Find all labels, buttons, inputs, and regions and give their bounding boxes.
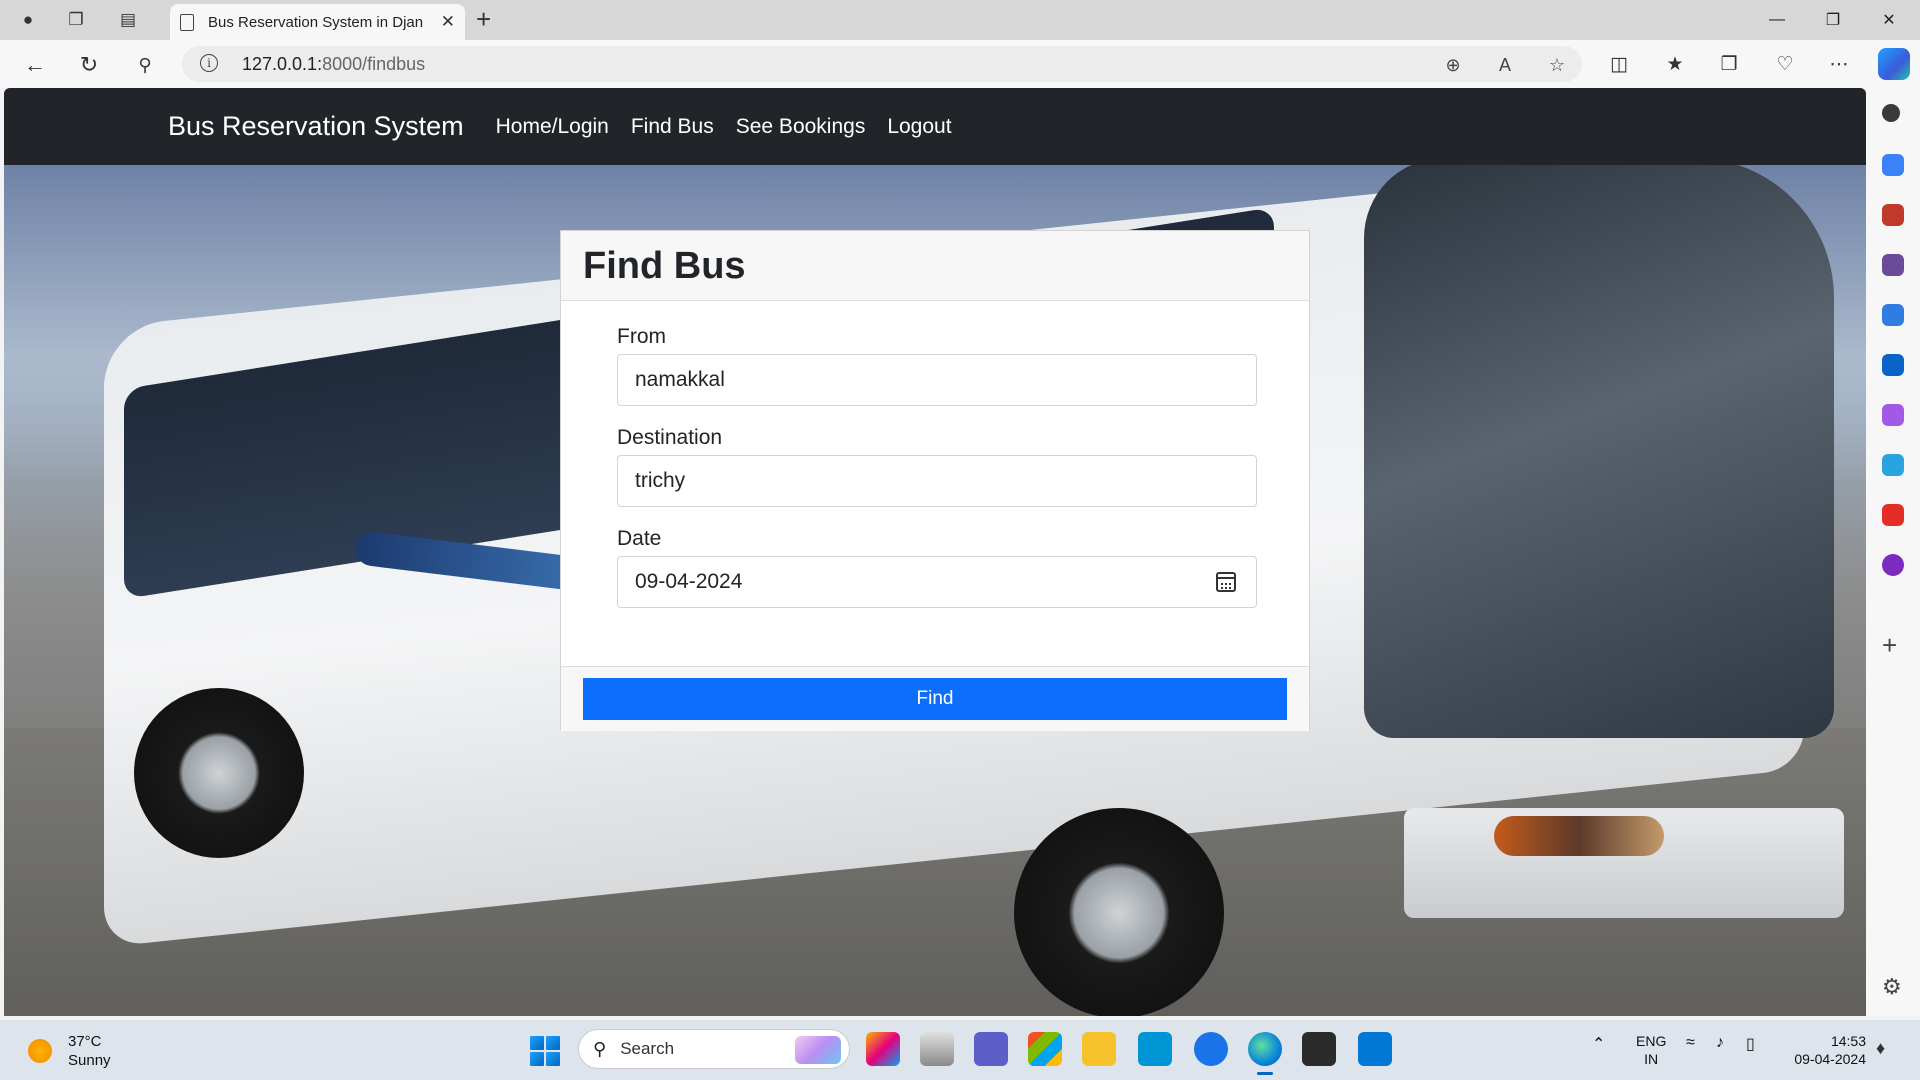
site-info-icon[interactable]: i xyxy=(200,54,218,72)
split-screen-icon[interactable]: ◫ xyxy=(1604,50,1634,80)
site-navbar: Bus Reservation System Home/Login Find B… xyxy=(4,88,1866,165)
sidebar-outlook-icon[interactable] xyxy=(1882,354,1904,376)
bus-headlight xyxy=(1494,816,1664,856)
notification-bell-icon[interactable]: ♦ xyxy=(1876,1038,1885,1059)
site-brand[interactable]: Bus Reservation System xyxy=(168,111,464,142)
sidebar-extension-icon[interactable] xyxy=(1882,554,1904,576)
from-input[interactable] xyxy=(618,355,1256,405)
page-title: Find Bus xyxy=(583,245,746,287)
copilot-app-icon[interactable] xyxy=(866,1032,900,1066)
collections-icon[interactable]: ❐ xyxy=(1714,50,1744,80)
sidebar-search-icon[interactable] xyxy=(1882,104,1900,122)
weather-temperature: 37°C xyxy=(68,1033,102,1050)
nav-home-login[interactable]: Home/Login xyxy=(496,115,609,139)
edge-browser-icon[interactable] xyxy=(1248,1032,1282,1075)
teams-icon[interactable] xyxy=(974,1032,1008,1066)
clock-time: 14:53 xyxy=(1830,1033,1866,1049)
close-window-icon[interactable]: ✕ xyxy=(1866,6,1912,34)
sidebar-tools-icon[interactable] xyxy=(1882,204,1904,226)
favorites-icon[interactable]: ★ xyxy=(1660,50,1690,80)
search-icon: ⚲ xyxy=(593,1038,607,1059)
terminal-icon[interactable] xyxy=(1302,1032,1336,1066)
tab-title: Bus Reservation System in Django xyxy=(208,13,423,31)
from-label: From xyxy=(617,325,666,348)
sidebar-youtube-icon[interactable] xyxy=(1882,504,1904,526)
store-icon[interactable] xyxy=(1028,1032,1062,1066)
zoom-icon[interactable]: ⊕ xyxy=(1440,52,1466,78)
from-field-wrapper xyxy=(617,354,1257,406)
windows-taskbar: 37°C Sunny ⚲ Search ⌃ ENG IN ≈ ♪ ▯ 14:53… xyxy=(0,1020,1920,1080)
weather-widget[interactable]: 37°C Sunny xyxy=(28,1032,111,1070)
browser-toolbar: ← ↻ ⚲ i 127.0.0.1:8000/findbus ⊕ A ☆ ◫ ★… xyxy=(0,40,1920,88)
task-view-icon[interactable] xyxy=(920,1032,954,1066)
find-bus-card: Find Bus From Destination Date Find xyxy=(560,230,1310,731)
calendar-icon[interactable] xyxy=(1216,572,1236,592)
browser-tab-active[interactable]: Bus Reservation System in Django ✕ xyxy=(170,4,465,40)
edge-sidebar: + ⚙ xyxy=(1866,88,1920,1016)
volume-icon[interactable]: ♪ xyxy=(1716,1034,1724,1052)
find-bus-form: From Destination Date xyxy=(561,301,1309,666)
card-footer: Find xyxy=(561,666,1309,731)
more-menu-icon[interactable]: ⋯ xyxy=(1824,50,1854,80)
sidebar-send-icon[interactable] xyxy=(1882,454,1904,476)
address-bar[interactable]: i 127.0.0.1:8000/findbus ⊕ A ☆ xyxy=(182,46,1582,82)
destination-input[interactable] xyxy=(618,456,1256,506)
destination-label: Destination xyxy=(617,426,723,449)
wifi-icon[interactable]: ≈ xyxy=(1686,1034,1695,1052)
file-explorer-icon[interactable] xyxy=(1082,1032,1116,1066)
search-highlight-icon xyxy=(795,1036,841,1064)
date-field-wrapper xyxy=(617,556,1257,608)
language-indicator[interactable]: ENG IN xyxy=(1636,1032,1666,1068)
find-button[interactable]: Find xyxy=(583,678,1287,720)
start-icon[interactable] xyxy=(530,1036,560,1066)
nav-see-bookings[interactable]: See Bookings xyxy=(736,115,866,139)
taskbar-search-label: Search xyxy=(620,1039,675,1058)
taskbar-search[interactable]: ⚲ Search xyxy=(578,1029,850,1069)
minimize-icon[interactable]: — xyxy=(1754,6,1800,34)
page-viewport: Bus Reservation System Home/Login Find B… xyxy=(4,88,1866,1016)
clock-date: 09-04-2024 xyxy=(1794,1051,1866,1067)
battery-icon[interactable]: ▯ xyxy=(1746,1034,1755,1054)
favorite-star-icon[interactable]: ☆ xyxy=(1544,52,1570,78)
page-icon xyxy=(180,13,194,31)
sidebar-shopping-icon[interactable] xyxy=(1882,154,1904,176)
vscode-icon[interactable] xyxy=(1358,1032,1392,1066)
new-tab-icon[interactable]: + xyxy=(476,4,491,35)
nav-find-bus[interactable]: Find Bus xyxy=(631,115,714,139)
workspaces-icon[interactable]: ❐ xyxy=(62,6,90,34)
sidebar-m365-icon[interactable] xyxy=(1882,304,1904,326)
weather-condition: Sunny xyxy=(68,1052,111,1069)
read-aloud-icon[interactable]: A xyxy=(1492,52,1518,78)
bus-wheel xyxy=(134,688,304,858)
help-icon[interactable] xyxy=(1194,1032,1228,1066)
sidebar-settings-icon[interactable]: ⚙ xyxy=(1882,974,1902,1000)
profile-icon[interactable]: ● xyxy=(14,6,42,34)
tray-overflow-icon[interactable]: ⌃ xyxy=(1592,1034,1605,1054)
browser-tab-bar: ● ❐ ▤ Bus Reservation System in Django ✕… xyxy=(0,0,1920,40)
myhp-icon[interactable] xyxy=(1138,1032,1172,1066)
browser-essentials-icon[interactable]: ♡ xyxy=(1770,50,1800,80)
back-icon[interactable]: ← xyxy=(20,50,50,80)
bus-wheel xyxy=(1014,808,1224,1016)
copilot-icon[interactable] xyxy=(1878,48,1910,80)
card-header: Find Bus xyxy=(561,231,1309,301)
clock[interactable]: 14:53 09-04-2024 xyxy=(1780,1032,1866,1068)
url-text[interactable]: 127.0.0.1:8000/findbus xyxy=(242,54,425,75)
search-icon[interactable]: ⚲ xyxy=(130,50,160,80)
date-input[interactable] xyxy=(618,557,1256,607)
date-label: Date xyxy=(617,527,662,550)
close-tab-icon[interactable]: ✕ xyxy=(441,12,455,32)
destination-field-wrapper xyxy=(617,455,1257,507)
sun-icon xyxy=(28,1039,52,1063)
sidebar-designer-icon[interactable] xyxy=(1882,404,1904,426)
sidebar-add-icon[interactable]: + xyxy=(1882,630,1897,661)
refresh-icon[interactable]: ↻ xyxy=(74,50,104,80)
sidebar-games-icon[interactable] xyxy=(1882,254,1904,276)
restore-icon[interactable]: ❐ xyxy=(1810,6,1856,34)
tab-actions-icon[interactable]: ▤ xyxy=(114,6,142,34)
bus-windshield xyxy=(1364,158,1834,738)
nav-logout[interactable]: Logout xyxy=(887,115,951,139)
